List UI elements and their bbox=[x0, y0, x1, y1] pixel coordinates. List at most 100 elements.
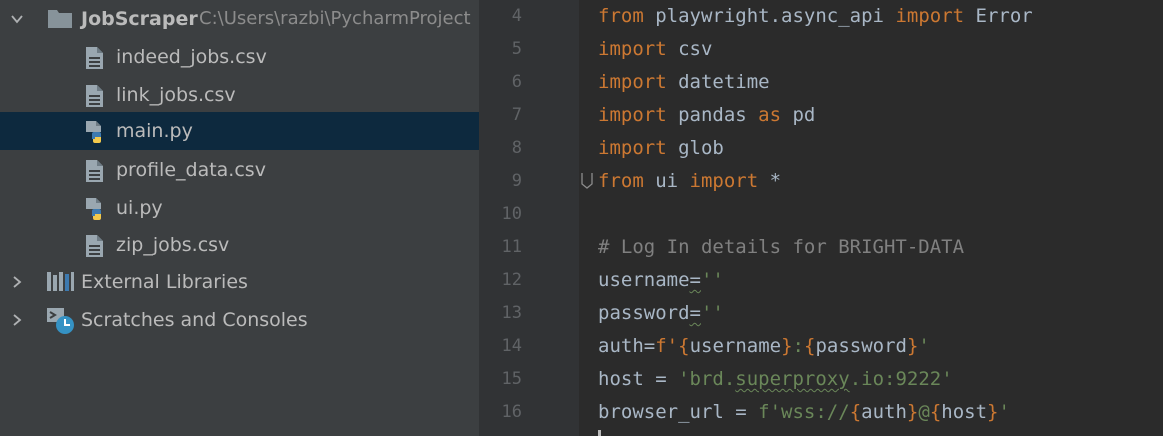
fstring-brace: { bbox=[849, 401, 862, 423]
string-literal: : bbox=[792, 335, 804, 357]
assign-operator: = bbox=[643, 368, 679, 390]
code-line-6[interactable]: import datetime bbox=[598, 66, 770, 99]
tree-item-scratches-and-consoles[interactable]: Scratches and Consoles bbox=[0, 301, 479, 339]
code-line-13[interactable]: password='' bbox=[598, 297, 724, 330]
tree-item-label: indeed_jobs.csv bbox=[116, 46, 267, 68]
tree-item-link-jobs-csv[interactable]: link_jobs.csv bbox=[0, 76, 479, 114]
tree-item-indeed-jobs-csv[interactable]: indeed_jobs.csv bbox=[0, 38, 479, 76]
assign-operator: = bbox=[723, 401, 759, 423]
code-line-5[interactable]: import csv bbox=[598, 33, 712, 66]
fstring-prefix: f' bbox=[655, 335, 679, 357]
line-number: 12 bbox=[501, 270, 522, 290]
code-line-12[interactable]: username='' bbox=[598, 264, 724, 297]
fstring-literal: f'wss:// bbox=[758, 401, 850, 423]
variable-name: password bbox=[598, 302, 690, 324]
tree-item-zip-jobs-csv[interactable]: zip_jobs.csv bbox=[0, 226, 479, 264]
tree-item-label: profile_data.csv bbox=[116, 159, 266, 181]
csv-file-icon bbox=[84, 84, 108, 108]
line-number: 5 bbox=[511, 39, 522, 59]
text-caret bbox=[598, 430, 601, 436]
fstring-brace: { bbox=[803, 335, 816, 357]
keyword: from bbox=[598, 170, 644, 192]
string-literal: .io:9222' bbox=[849, 368, 953, 390]
fold-marker-icon[interactable] bbox=[580, 172, 594, 190]
module-name: glob bbox=[666, 137, 724, 159]
tree-item-label: Scratches and Consoles bbox=[81, 309, 308, 331]
code-line-14[interactable]: auth=f'{username}:{password}' bbox=[598, 330, 930, 363]
tree-item-ui-py[interactable]: ui.py bbox=[0, 189, 479, 227]
scratches-icon bbox=[46, 305, 76, 335]
fstring-brace: { bbox=[678, 335, 690, 357]
tree-item-label: zip_jobs.csv bbox=[116, 234, 230, 256]
code-line-7[interactable]: import pandas as pd bbox=[598, 99, 815, 132]
fstring-expression: password bbox=[815, 335, 907, 357]
string-literal: ' bbox=[998, 401, 1010, 423]
variable-name: username bbox=[598, 269, 690, 291]
string-literal: 'brd. bbox=[678, 368, 736, 390]
imported-name: Error bbox=[964, 5, 1033, 27]
tree-root-jobscraper[interactable]: JobScraper C:\Users\razbi\PycharmProject bbox=[0, 0, 479, 38]
tree-item-label: External Libraries bbox=[81, 271, 248, 293]
keyword: import bbox=[895, 5, 965, 27]
assign-operator: = bbox=[643, 335, 656, 357]
tree-item-main-py[interactable]: main.py bbox=[0, 112, 479, 150]
code-line-9[interactable]: from ui import * bbox=[598, 165, 781, 198]
python-file-icon bbox=[84, 197, 108, 221]
fstring-brace: } bbox=[987, 401, 999, 423]
csv-file-icon bbox=[84, 159, 108, 183]
project-tool-window: JobScraper C:\Users\razbi\PycharmProject… bbox=[0, 0, 479, 436]
variable-name: auth bbox=[598, 335, 644, 357]
csv-file-icon bbox=[84, 234, 108, 258]
string-literal: '' bbox=[700, 302, 724, 324]
line-number: 11 bbox=[501, 237, 522, 257]
chevron-right-icon[interactable] bbox=[3, 301, 31, 339]
library-icon bbox=[46, 270, 74, 294]
line-number: 8 bbox=[511, 138, 522, 158]
line-number: 14 bbox=[501, 336, 522, 356]
module-name: ui bbox=[643, 170, 690, 192]
keyword: from bbox=[598, 5, 644, 27]
alias-name: pd bbox=[781, 104, 816, 126]
imported-name: * bbox=[758, 170, 782, 192]
string-literal: @ bbox=[918, 401, 930, 423]
module-name: csv bbox=[666, 38, 713, 60]
code-line-15[interactable]: host = 'brd.superproxy.io:9222' bbox=[598, 363, 953, 396]
line-number: 9 bbox=[511, 171, 522, 191]
code-line-8[interactable]: import glob bbox=[598, 132, 724, 165]
tree-item-label: ui.py bbox=[116, 197, 163, 219]
variable-name: browser_url bbox=[598, 401, 724, 423]
comment: # Log In details for BRIGHT-DATA bbox=[598, 236, 965, 258]
keyword: import bbox=[689, 170, 759, 192]
chevron-down-icon[interactable] bbox=[3, 0, 31, 38]
keyword: as bbox=[758, 104, 782, 126]
line-number: 10 bbox=[501, 204, 522, 224]
fstring-expression: auth bbox=[861, 401, 907, 423]
tree-item-label: link_jobs.csv bbox=[116, 84, 236, 106]
string-literal-spellcheck: superproxy bbox=[735, 368, 850, 390]
line-number: 6 bbox=[511, 72, 522, 92]
tree-item-label: main.py bbox=[116, 120, 193, 142]
variable-name: host bbox=[598, 368, 644, 390]
code-line-11[interactable]: # Log In details for BRIGHT-DATA bbox=[598, 231, 964, 264]
line-number: 16 bbox=[501, 402, 522, 422]
tree-item-profile-data-csv[interactable]: profile_data.csv bbox=[0, 151, 479, 189]
assign-operator: = bbox=[689, 302, 701, 324]
fstring-expression: username bbox=[689, 335, 782, 357]
module-name: pandas bbox=[666, 104, 759, 126]
keyword: import bbox=[598, 137, 667, 159]
chevron-right-icon[interactable] bbox=[3, 263, 31, 301]
assign-operator: = bbox=[689, 269, 701, 291]
project-name: JobScraper bbox=[81, 8, 198, 30]
string-literal: ' bbox=[918, 335, 930, 357]
project-path: C:\Users\razbi\PycharmProject bbox=[199, 8, 471, 29]
keyword: import bbox=[598, 104, 667, 126]
line-number: 13 bbox=[501, 303, 522, 323]
string-literal: '' bbox=[700, 269, 724, 291]
keyword: import bbox=[598, 71, 667, 93]
module-name: playwright.async_api bbox=[643, 5, 896, 27]
fstring-brace: } bbox=[906, 335, 919, 357]
code-line-16[interactable]: browser_url = f'wss://{auth}@{host}' bbox=[598, 396, 1010, 429]
code-line-4[interactable]: from playwright.async_api import Error bbox=[598, 0, 1033, 33]
line-number: 4 bbox=[511, 6, 522, 26]
tree-item-external-libraries[interactable]: External Libraries bbox=[0, 263, 479, 301]
